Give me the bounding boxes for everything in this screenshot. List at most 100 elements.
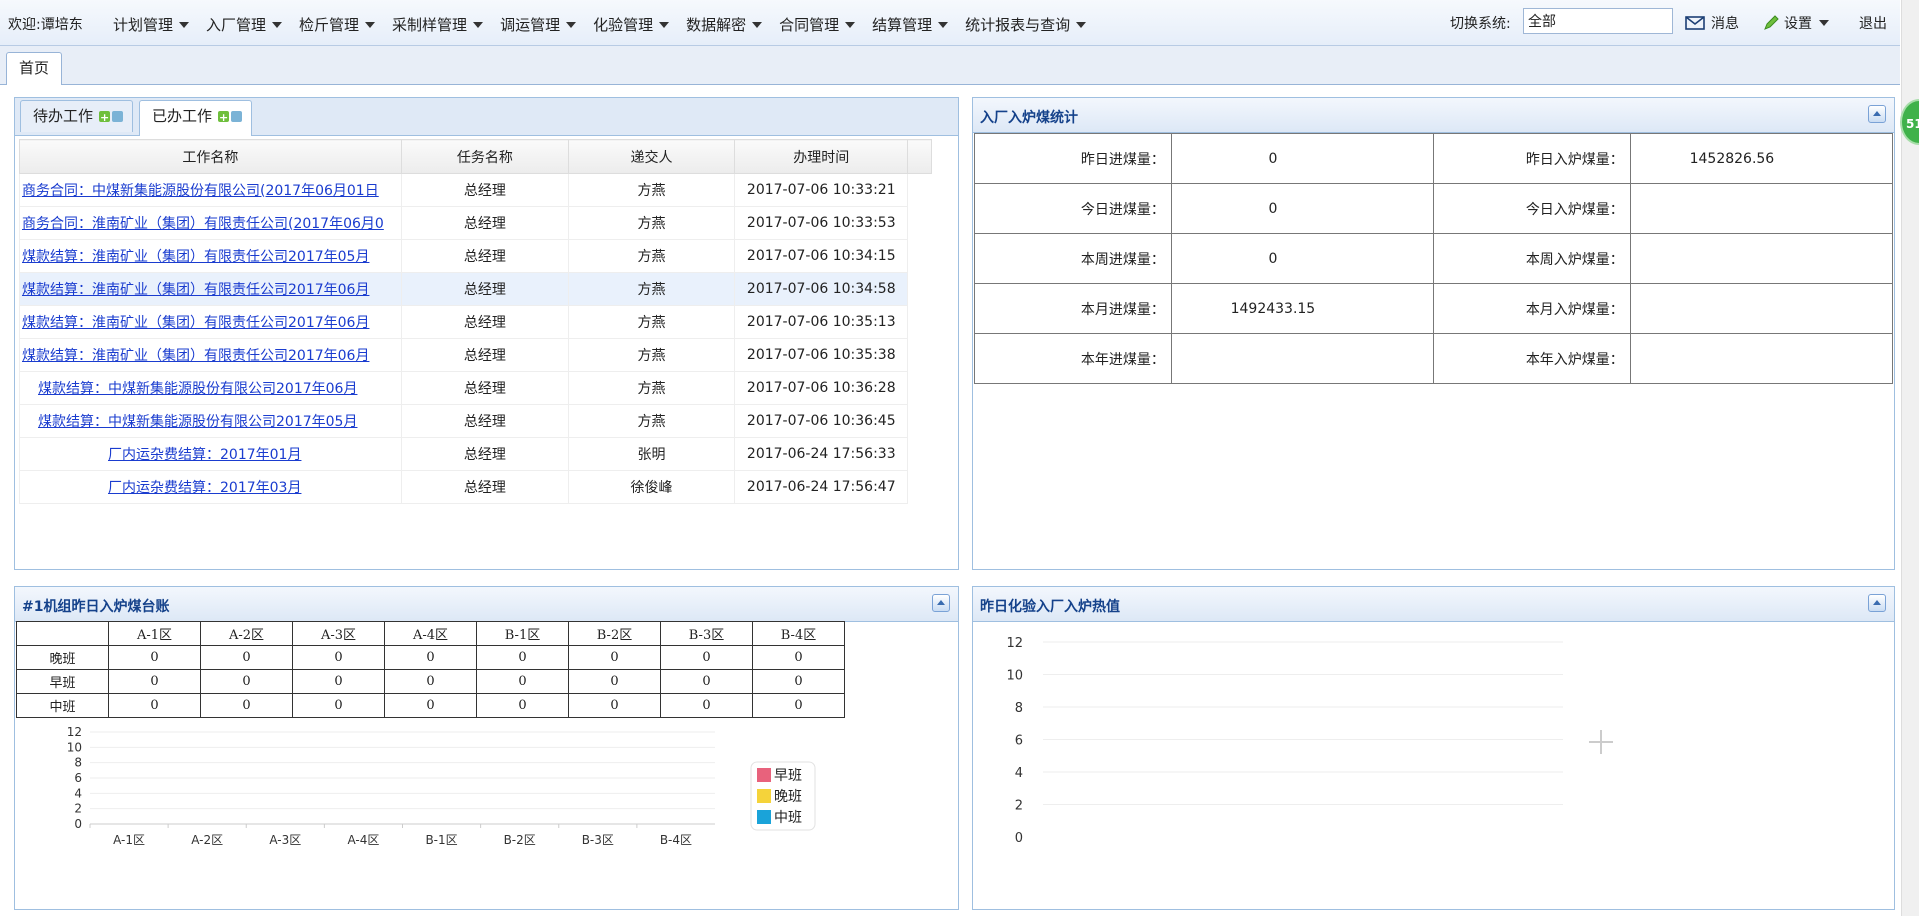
menu-label: 化验管理 [593,16,654,34]
ledger-value: 0 [292,645,385,670]
stats-label: 本月进煤量： [974,283,1172,334]
table-row[interactable]: 煤款结算：淮南矿业（集团）有限责任公司2017年06月 总经理 方燕 2017-07-… [19,338,932,372]
work-name-link[interactable]: 厂内运杂费结算：2017年03月 [108,480,301,496]
settings-button[interactable]: 设置 [1762,13,1829,33]
settings-label: 设置 [1784,16,1812,32]
ledger-zone-header: B-1区 [476,621,569,646]
menu-item-0[interactable]: 计划管理 [113,14,190,35]
collapse-icon[interactable] [1868,594,1886,612]
chevron-down-icon [938,21,949,28]
menu-item-5[interactable]: 化验管理 [593,14,670,35]
cell-task: 总经理 [400,338,569,372]
work-name-link[interactable]: 煤款结算：淮南矿业（集团）有限责任公司2017年06月 [22,282,369,298]
ledger-value: 0 [660,645,753,670]
ledger-value: 0 [752,645,845,670]
messages-button[interactable]: 消息 [1685,13,1739,33]
main-menu: 计划管理 入厂管理 检斤管理 采制样管理 调运管理 化验管理 数据解密 合同管理 结算管理 统计报… [113,14,1103,35]
table-row[interactable]: 煤款结算：中煤新集能源股份有限公司2017年06月 总经理 方燕 2017-07-06… [19,371,932,405]
stats-label: 今日入炉煤量： [1432,183,1631,234]
cell-submitter: 方燕 [567,338,736,372]
work-name-link[interactable]: 煤款结算：淮南矿业（集团）有限责任公司2017年05月 [22,249,369,265]
menu-item-2[interactable]: 检斤管理 [299,14,376,35]
work-name-cell: 厂内运杂费结算：2017年03月 [19,470,402,504]
collapse-icon[interactable] [1868,105,1886,123]
tab-todo-work[interactable]: 待办工作 [20,100,133,133]
stats-value: 1452826.56 [1629,133,1894,184]
tab-todo-label: 待办工作 [33,107,94,125]
work-name-link[interactable]: 商务合同：中煤新集能源股份有限公司(2017年06月01日 [22,183,379,199]
table-row[interactable]: 煤款结算：淮南矿业（集团）有限责任公司2017年06月 总经理 方燕 2017-07-… [19,272,932,306]
table-row[interactable]: 商务合同：中煤新集能源股份有限公司(2017年06月01日 总经理 方燕 2017-0… [19,173,932,207]
y-tick-label: 10 [67,740,82,754]
top-menubar: 欢迎:谭培东 计划管理 入厂管理 检斤管理 采制样管理 调运管理 化验管理 数据解密 合同管理… [0,0,1900,46]
ledger-panel: #1机组昨日入炉煤台账 A-1区 A-2区 A-3区 A-4区 B-1区 B-2区 B-3区… [14,586,959,910]
cell-task: 总经理 [400,470,569,504]
menu-item-9[interactable]: 统计报表与查询 [965,14,1087,35]
menu-label: 结算管理 [872,16,933,34]
collapse-icon[interactable] [932,594,950,612]
work-name-cell: 商务合同：淮南矿业（集团）有限责任公司(2017年06月0 [19,206,402,240]
menu-item-1[interactable]: 入厂管理 [206,14,283,35]
tab-home[interactable]: 首页 [6,52,62,85]
work-name-link[interactable]: 煤款结算：淮南矿业（集团）有限责任公司2017年06月 [22,315,369,331]
tab-done-work[interactable]: 已办工作 [139,100,252,136]
cell-task: 总经理 [400,206,569,240]
table-row[interactable]: 厂内运杂费结算：2017年01月 总经理 张明 2017-06-24 17:56:33 [19,437,932,471]
y-tick-label: 2 [74,802,82,816]
y-tick-label: 8 [1015,701,1023,716]
ledger-header: #1机组昨日入炉煤台账 [15,587,958,622]
y-tick-label: 2 [1015,799,1023,814]
work-name-link[interactable]: 煤款结算：中煤新集能源股份有限公司2017年05月 [38,414,357,430]
chevron-down-icon [1076,21,1087,28]
menu-item-6[interactable]: 数据解密 [686,14,763,35]
ledger-zone-header: A-3区 [292,621,385,646]
x-tick-label: B-1区 [425,833,457,847]
logout-button[interactable]: 退出 [1859,13,1887,33]
ledger-header-row: A-1区 A-2区 A-3区 A-4区 B-1区 B-2区 B-3区 B-4区 [16,621,845,646]
menu-item-8[interactable]: 结算管理 [872,14,949,35]
table-row[interactable]: 煤款结算：中煤新集能源股份有限公司2017年05月 总经理 方燕 2017-07-06… [19,404,932,438]
coal-stats-table: 昨日进煤量： 0 昨日入炉煤量： 1452826.56 今日进煤量： 0 今日入炉煤量： 本周… [974,133,1894,384]
system-switch-label: 切换系统: [1450,16,1511,32]
tab-done-label: 已办工作 [152,107,213,125]
ledger-value: 0 [752,669,845,694]
y-tick-label: 4 [1015,766,1023,781]
work-name-link[interactable]: 商务合同：淮南矿业（集团）有限责任公司(2017年06月0 [22,216,384,232]
ledger-zone-header: B-4区 [752,621,845,646]
menu-item-4[interactable]: 调运管理 [500,14,577,35]
messages-label: 消息 [1711,16,1739,32]
column-header[interactable]: 任务名称 [400,139,569,174]
cell-submitter: 方燕 [567,371,736,405]
table-row[interactable]: 煤款结算：淮南矿业（集团）有限责任公司2017年05月 总经理 方燕 2017-07-… [19,239,932,273]
ledger-value: 0 [292,669,385,694]
heat-value-header: 昨日化验入厂入炉热值 [973,587,1894,622]
menu-item-3[interactable]: 采制样管理 [392,14,484,35]
table-row[interactable]: 煤款结算：淮南矿业（集团）有限责任公司2017年06月 总经理 方燕 2017-07-… [19,305,932,339]
ledger-value: 0 [568,693,661,718]
work-name-cell: 煤款结算：淮南矿业（集团）有限责任公司2017年06月 [19,338,402,372]
chevron-down-icon [845,21,856,28]
cell-time: 2017-07-06 10:35:38 [734,338,909,372]
chevron-down-icon [272,21,283,28]
x-tick-label: B-3区 [582,833,614,847]
ledger-shift-name: 中班 [16,693,109,718]
ledger-value: 0 [384,693,477,718]
cell-task: 总经理 [400,272,569,306]
menu-item-7[interactable]: 合同管理 [779,14,856,35]
system-switch-input[interactable]: 全部 [1523,8,1673,34]
column-header[interactable]: 办理时间 [734,139,909,174]
work-name-link[interactable]: 厂内运杂费结算：2017年01月 [108,447,301,463]
cell-task: 总经理 [400,371,569,405]
ledger-value: 0 [292,693,385,718]
column-header[interactable]: 递交人 [567,139,736,174]
stats-value [1629,283,1894,334]
work-name-link[interactable]: 煤款结算：淮南矿业（集团）有限责任公司2017年06月 [22,348,369,364]
chevron-down-icon [1819,20,1829,26]
work-name-link[interactable]: 煤款结算：中煤新集能源股份有限公司2017年06月 [38,381,357,397]
table-row[interactable]: 厂内运杂费结算：2017年03月 总经理 徐俊峰 2017-06-24 17:56:4… [19,470,932,504]
table-row[interactable]: 商务合同：淮南矿业（集团）有限责任公司(2017年06月0 总经理 方燕 2017-0… [19,206,932,240]
stats-row: 今日进煤量： 0 今日入炉煤量： [974,183,1894,234]
add-icon [218,103,230,133]
column-header[interactable]: 工作名称 [19,139,402,174]
cell-time: 2017-07-06 10:34:58 [734,272,909,306]
